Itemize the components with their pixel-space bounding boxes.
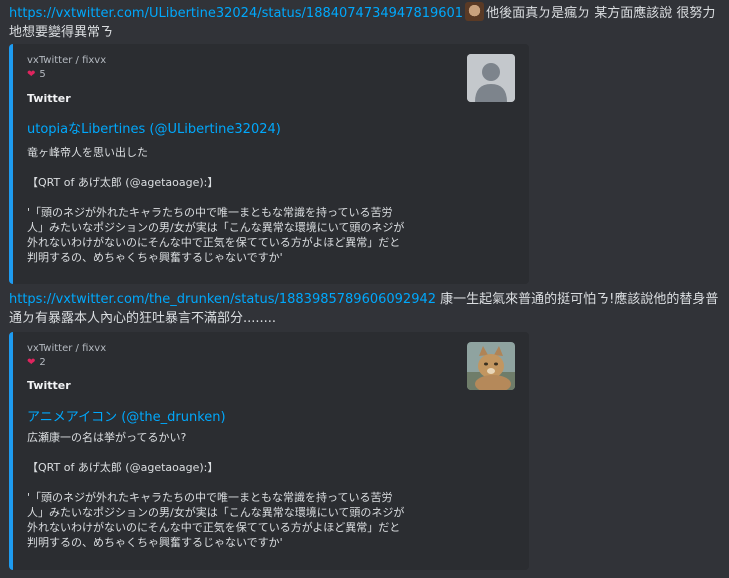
embed-author[interactable]: vxTwitter / fixvx [27,55,106,66]
embed-2: vxTwitter / fixvx ❤ 2 Twitter アニメアイコン (@t… [9,332,529,570]
embed-author[interactable]: vxTwitter / fixvx [27,343,106,354]
heart-icon: ❤ [27,357,36,368]
embed-likes: ❤ 2 [27,357,46,368]
embed-likes: ❤ 5 [27,69,46,80]
tweet-link-2[interactable]: https://vxtwitter.com/the_drunken/status… [9,292,436,307]
message-1: https://vxtwitter.com/ULibertine32024/st… [9,2,721,42]
embed-site: Twitter [27,379,71,392]
embed-title[interactable]: utopiaなLibertines (@ULibertine32024) [27,118,281,137]
embed-description: 広瀬康一の名は挙がってるかい? 【QRT of あげ太郎 (@agetaoage… [27,431,405,549]
heart-icon: ❤ [27,69,36,80]
message-2: https://vxtwitter.com/the_drunken/status… [9,290,721,328]
cat-photo-thumbnail[interactable] [467,342,515,390]
default-avatar-icon[interactable] [467,54,515,102]
embed-description: 竜ヶ峰帝人を思い出した 【QRT of あげ太郎 (@agetaoage):】 … [27,146,405,264]
tweet-link-1[interactable]: https://vxtwitter.com/ULibertine32024/st… [9,6,463,21]
embed-1: vxTwitter / fixvx ❤ 5 Twitter utopiaなLibe… [9,44,529,284]
face-emoji-icon [465,2,485,21]
embed-site: Twitter [27,92,71,105]
embed-title[interactable]: アニメアイコン (@the_drunken) [27,406,226,425]
